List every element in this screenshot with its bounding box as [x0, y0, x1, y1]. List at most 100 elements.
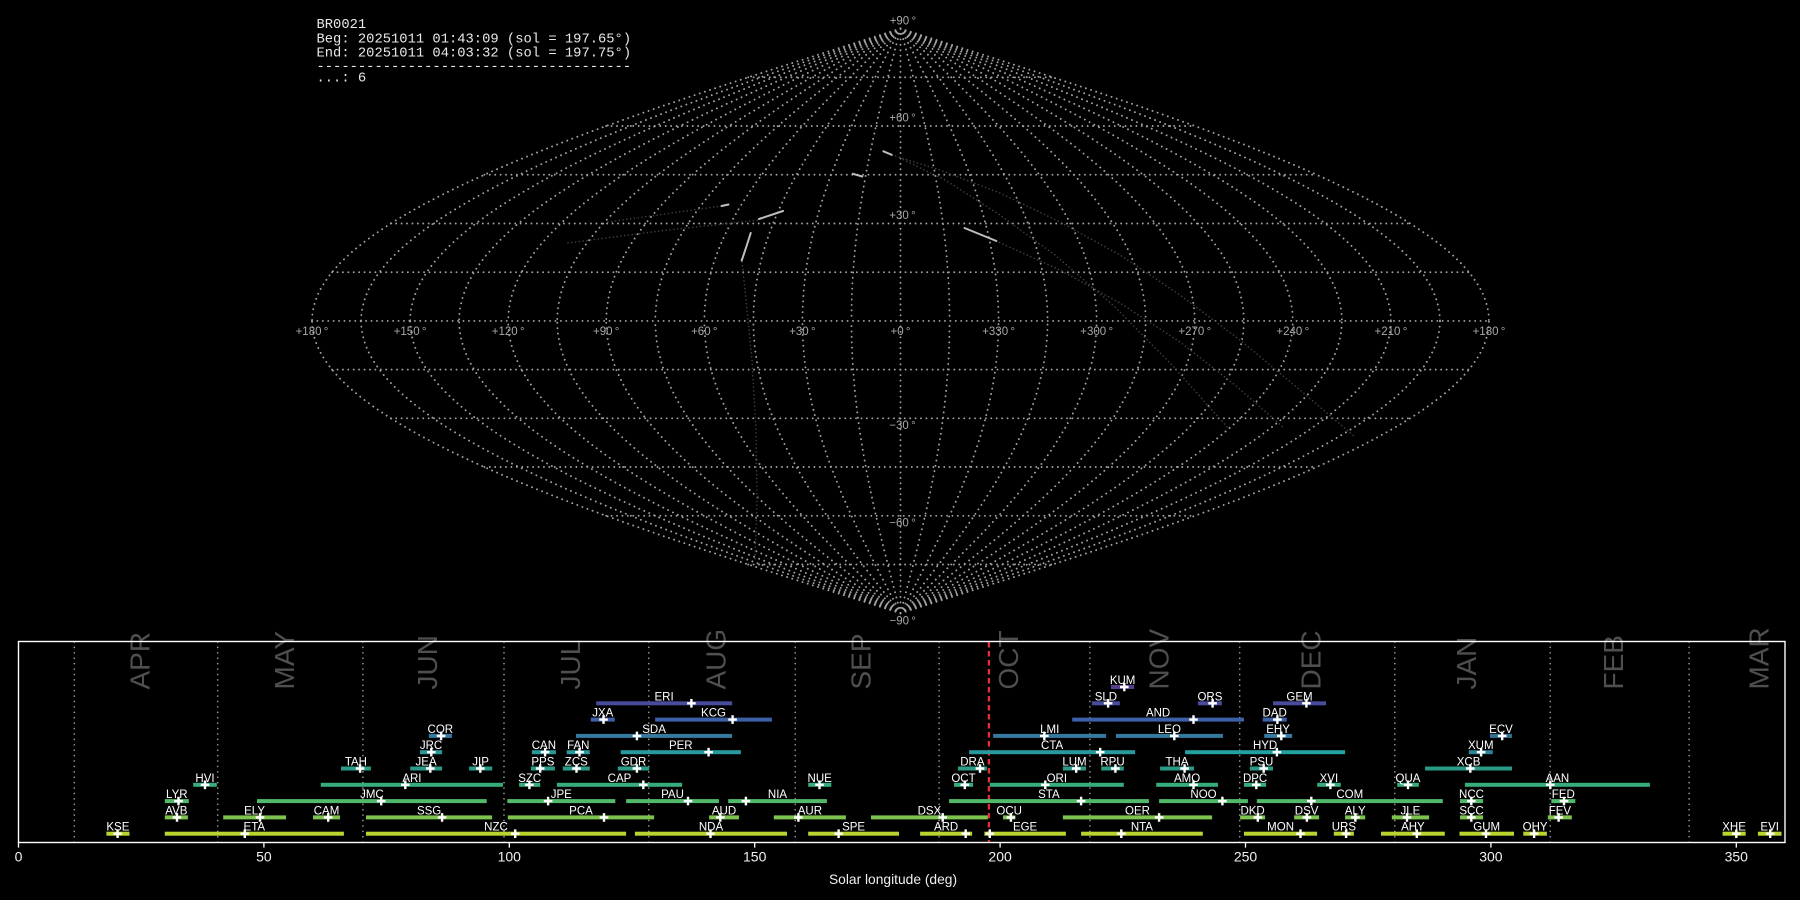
svg-text:JXA: JXA: [592, 708, 613, 720]
svg-text:+180 °: +180 °: [296, 326, 329, 338]
svg-text:50: 50: [256, 849, 272, 865]
svg-text:250: 250: [1234, 849, 1258, 865]
svg-text:XCB: XCB: [1457, 757, 1481, 769]
svg-text:JIP: JIP: [472, 757, 489, 769]
svg-text:+90 °: +90 °: [890, 16, 916, 28]
svg-text:+90 °: +90 °: [593, 326, 619, 338]
svg-text:ELY: ELY: [244, 805, 265, 817]
svg-text:AND: AND: [1146, 708, 1170, 720]
svg-text:JLE: JLE: [1400, 805, 1420, 817]
svg-text:+210 °: +210 °: [1374, 326, 1407, 338]
svg-text:GUM: GUM: [1473, 822, 1500, 834]
svg-text:JPE: JPE: [551, 789, 572, 801]
svg-text:RPU: RPU: [1100, 757, 1124, 769]
svg-text:SSG: SSG: [417, 805, 441, 817]
svg-text:+30 °: +30 °: [789, 326, 815, 338]
svg-text:+270 °: +270 °: [1178, 326, 1211, 338]
svg-text:NOO: NOO: [1190, 789, 1216, 801]
svg-text:NCC: NCC: [1459, 789, 1484, 801]
svg-text:ORS: ORS: [1197, 691, 1222, 703]
svg-text:−30 °: −30 °: [889, 420, 915, 432]
svg-text:−90 °: −90 °: [889, 616, 915, 628]
svg-text:LMI: LMI: [1040, 724, 1059, 736]
svg-text:100: 100: [498, 849, 522, 865]
svg-text:OCU: OCU: [996, 805, 1022, 817]
svg-text:JUL: JUL: [555, 640, 586, 690]
svg-text:GEM: GEM: [1286, 691, 1312, 703]
svg-text:PER: PER: [669, 740, 693, 752]
svg-text:KSE: KSE: [106, 822, 129, 834]
svg-text:ETA: ETA: [244, 822, 266, 834]
svg-text:FED: FED: [1552, 789, 1575, 801]
svg-text:+120 °: +120 °: [492, 326, 525, 338]
svg-text:XUM: XUM: [1468, 740, 1494, 752]
svg-text:COR: COR: [428, 724, 454, 736]
svg-text:300: 300: [1479, 849, 1503, 865]
svg-text:SPE: SPE: [842, 822, 865, 834]
svg-text:AUD: AUD: [712, 805, 736, 817]
svg-text:JUN: JUN: [412, 635, 443, 689]
svg-text:COM: COM: [1336, 789, 1363, 801]
svg-text:AUR: AUR: [798, 805, 822, 817]
svg-text:...: 6: ...: 6: [317, 72, 367, 87]
svg-text:EVI: EVI: [1760, 822, 1779, 834]
svg-text:AVB: AVB: [165, 805, 187, 817]
svg-text:NDA: NDA: [699, 822, 724, 834]
svg-text:AMO: AMO: [1174, 773, 1200, 785]
svg-text:+60 °: +60 °: [691, 326, 717, 338]
svg-text:STA: STA: [1038, 789, 1060, 801]
svg-text:SLD: SLD: [1095, 691, 1117, 703]
svg-text:OER: OER: [1125, 805, 1150, 817]
svg-text:DKD: DKD: [1240, 805, 1264, 817]
svg-text:+60 °: +60 °: [889, 113, 915, 125]
svg-text:EGE: EGE: [1013, 822, 1038, 834]
svg-text:DEC: DEC: [1296, 630, 1327, 689]
svg-text:+240 °: +240 °: [1276, 326, 1309, 338]
svg-text:ECV: ECV: [1489, 724, 1513, 736]
svg-text:AHY: AHY: [1401, 822, 1425, 834]
svg-text:APR: APR: [125, 632, 156, 690]
svg-text:PAU: PAU: [661, 789, 684, 801]
svg-text:CTA: CTA: [1041, 740, 1063, 752]
svg-text:FAN: FAN: [567, 740, 589, 752]
svg-text:XVI: XVI: [1320, 773, 1339, 785]
svg-text:DPC: DPC: [1243, 773, 1267, 785]
svg-text:ORI: ORI: [1047, 773, 1067, 785]
svg-text:FEB: FEB: [1598, 635, 1629, 689]
svg-text:CAM: CAM: [314, 805, 340, 817]
svg-text:AAN: AAN: [1546, 773, 1570, 785]
svg-text:150: 150: [743, 849, 767, 865]
svg-text:NUE: NUE: [808, 773, 833, 785]
svg-text:ARI: ARI: [402, 773, 421, 785]
svg-text:BR0021: BR0021: [317, 18, 367, 33]
svg-text:JEA: JEA: [416, 757, 437, 769]
svg-text:ALY: ALY: [1345, 805, 1366, 817]
svg-text:NTA: NTA: [1131, 822, 1153, 834]
svg-text:EHY: EHY: [1266, 724, 1290, 736]
svg-text:JMC: JMC: [360, 789, 384, 801]
svg-text:CAN: CAN: [532, 740, 556, 752]
svg-text:MON: MON: [1267, 822, 1294, 834]
svg-text:+30 °: +30 °: [889, 210, 915, 222]
svg-text:+150 °: +150 °: [394, 326, 427, 338]
svg-text:SZC: SZC: [518, 773, 541, 785]
svg-text:ARD: ARD: [934, 822, 958, 834]
svg-text:NOV: NOV: [1143, 629, 1174, 690]
svg-text:THA: THA: [1166, 757, 1189, 769]
svg-text:DRA: DRA: [960, 757, 985, 769]
svg-text:XHE: XHE: [1722, 822, 1746, 834]
svg-text:MAR: MAR: [1744, 627, 1775, 689]
svg-text:0: 0: [15, 849, 23, 865]
svg-text:ZCS: ZCS: [565, 757, 588, 769]
svg-text:QUA: QUA: [1396, 773, 1421, 785]
svg-text:NIA: NIA: [768, 789, 788, 801]
svg-text:HYD: HYD: [1253, 740, 1277, 752]
svg-text:LYR: LYR: [166, 789, 188, 801]
svg-text:NZC: NZC: [484, 822, 508, 834]
svg-text:Beg: 20251011 01:43:09 (sol =: Beg: 20251011 01:43:09 (sol = 197.65°): [317, 31, 632, 47]
svg-text:SCC: SCC: [1459, 805, 1483, 817]
svg-text:TAH: TAH: [345, 757, 367, 769]
svg-text:OCT: OCT: [951, 773, 975, 785]
svg-text:PSU: PSU: [1250, 757, 1274, 769]
svg-text:+0 °: +0 °: [890, 326, 910, 338]
